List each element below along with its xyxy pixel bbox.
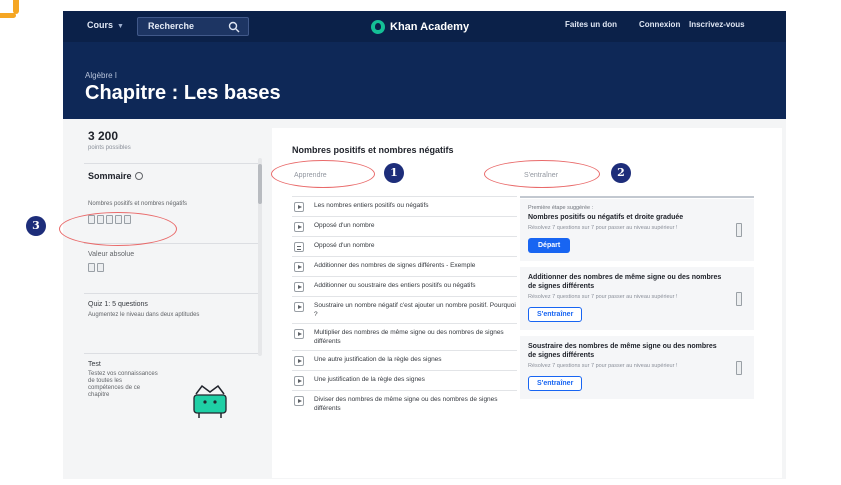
search-icon[interactable] — [228, 21, 240, 33]
practice-card: Additionner des nombres de même signe ou… — [520, 267, 754, 336]
skill-level-icon — [736, 360, 742, 375]
lesson-row[interactable]: Additionner des nombres de signes différ… — [292, 256, 517, 276]
test-title[interactable]: Test — [88, 361, 101, 368]
lesson-label: Soustraire un nombre négatif c'est ajout… — [314, 302, 516, 318]
khan-academy-logo[interactable]: Khan Academy — [371, 18, 469, 35]
summary-title: Sommaire — [88, 171, 132, 181]
video-icon — [294, 356, 304, 366]
lesson-label: Une autre justification de la règle des … — [314, 356, 442, 363]
lesson-label: Diviser des nombres de même signe ou des… — [314, 396, 498, 412]
divider — [84, 163, 262, 164]
points-total: 3 200 — [88, 129, 119, 143]
divider — [84, 293, 262, 294]
video-icon — [294, 282, 304, 292]
skill-square[interactable] — [88, 263, 95, 272]
lesson-row[interactable]: Une justification de la règle des signes — [292, 370, 517, 390]
test-description: Testez vos connaissances de toutes les c… — [88, 371, 158, 398]
card-description: Résolvez 7 questions sur 7 pour passer a… — [528, 225, 678, 231]
lesson-label: Une justification de la règle des signes — [314, 376, 425, 383]
practice-button[interactable]: S'entraîner — [528, 376, 583, 391]
section-title: Nombres positifs et nombres négatifs — [292, 145, 454, 155]
courses-menu[interactable]: Cours ▼ — [87, 20, 124, 30]
video-icon — [294, 376, 304, 386]
lesson-row[interactable]: Additionner ou soustraire des entiers po… — [292, 276, 517, 296]
breadcrumb[interactable]: Algèbre I — [85, 71, 117, 80]
skill-level-icon — [736, 223, 742, 237]
skill-level-icon — [736, 291, 742, 306]
video-icon — [294, 222, 304, 232]
article-icon — [294, 242, 304, 252]
annotation-ring — [59, 212, 177, 246]
card-title[interactable]: Nombres positifs ou négatifs et droite g… — [528, 213, 724, 222]
video-icon — [294, 302, 304, 312]
lesson-row[interactable]: Une autre justification de la règle des … — [292, 350, 517, 370]
practice-cards: Première étape suggérée : Nombres positif… — [520, 199, 754, 405]
card-description: Résolvez 7 questions sur 7 pour passer a… — [528, 363, 678, 369]
lesson-label: Additionner ou soustraire des entiers po… — [314, 282, 476, 289]
video-icon — [294, 396, 304, 406]
scrollbar-thumb[interactable] — [258, 164, 262, 204]
lesson-row[interactable]: Opposé d'un nombre — [292, 216, 517, 236]
khan-leaf-icon — [371, 19, 385, 34]
card-kicker: Première étape suggérée : — [528, 205, 594, 211]
summary-heading: Sommaire — [88, 171, 143, 181]
video-icon — [294, 262, 304, 272]
annotation-ring — [484, 160, 600, 188]
mascot-illustration-icon — [193, 384, 227, 418]
info-icon[interactable] — [134, 172, 143, 180]
annotation-badge: 2 — [611, 163, 631, 183]
card-title[interactable]: Soustraire des nombres de même signe ou … — [528, 342, 724, 360]
video-icon — [294, 202, 304, 212]
screenshot-frame: Cours ▼ Recherche Khan Academy Faites un … — [0, 0, 841, 485]
quiz-description: Augmentez le niveau dans deux aptitudes — [88, 312, 200, 318]
lesson-label: Opposé d'un nombre — [314, 242, 375, 249]
practice-card: Première étape suggérée : Nombres positif… — [520, 199, 754, 267]
sidebar-item-positive-negative[interactable]: Nombres positifs et nombres négatifs — [88, 201, 187, 207]
annotation-ring — [271, 160, 375, 188]
page-title: Chapitre : Les bases — [85, 82, 281, 104]
card-title[interactable]: Additionner des nombres de même signe ou… — [528, 273, 724, 291]
annotation-badge: 3 — [26, 216, 46, 236]
annotation-badge: 1 — [384, 163, 404, 183]
lesson-label: Multiplier des nombres de même signe ou … — [314, 329, 504, 345]
practice-button[interactable]: S'entraîner — [528, 307, 583, 322]
sidebar-item-absolute-value[interactable]: Valeur absolue — [88, 251, 134, 258]
lesson-label: Opposé d'un nombre — [314, 222, 375, 229]
lesson-row[interactable]: Soustraire un nombre négatif c'est ajout… — [292, 296, 517, 323]
lesson-list: Les nombres entiers positifs ou négatifs… — [292, 196, 517, 417]
page-header: Algèbre I Chapitre : Les bases — [63, 42, 786, 119]
lesson-row[interactable]: Diviser des nombres de même signe ou des… — [292, 390, 517, 417]
brand-name: Khan Academy — [390, 20, 470, 33]
login-link[interactable]: Connexion — [639, 20, 680, 29]
top-navigation-bar: Cours ▼ Recherche Khan Academy Faites un … — [63, 11, 786, 42]
courses-menu-label: Cours — [87, 20, 114, 30]
lesson-row[interactable]: Multiplier des nombres de même signe ou … — [292, 323, 517, 350]
lesson-label: Additionner des nombres de signes différ… — [314, 262, 476, 269]
donate-link[interactable]: Faites un don — [565, 20, 617, 29]
points-label: points possibles — [88, 145, 131, 151]
lesson-row[interactable]: Les nombres entiers positifs ou négatifs — [292, 196, 517, 216]
chevron-down-icon: ▼ — [117, 23, 124, 30]
practice-card: Soustraire des nombres de même signe ou … — [520, 336, 754, 405]
skill-progress-squares[interactable] — [88, 263, 104, 272]
lesson-label: Les nombres entiers positifs ou négatifs — [314, 202, 429, 209]
tab-underline — [520, 196, 754, 198]
start-button[interactable]: Départ — [528, 238, 571, 253]
sidebar-scrollbar[interactable] — [258, 158, 262, 356]
skill-square[interactable] — [97, 263, 104, 272]
sidebar: 3 200 points possibles Sommaire Nombres … — [80, 125, 266, 465]
search-input[interactable]: Recherche — [137, 17, 249, 36]
search-placeholder: Recherche — [148, 21, 195, 31]
card-description: Résolvez 7 questions sur 7 pour passer a… — [528, 294, 678, 300]
divider — [84, 353, 262, 354]
signup-link[interactable]: Inscrivez-vous — [689, 20, 745, 29]
video-icon — [294, 329, 304, 339]
lesson-row[interactable]: Opposé d'un nombre — [292, 236, 517, 256]
corner-mark-icon — [0, 0, 22, 18]
quiz-title[interactable]: Quiz 1: 5 questions — [88, 301, 148, 308]
